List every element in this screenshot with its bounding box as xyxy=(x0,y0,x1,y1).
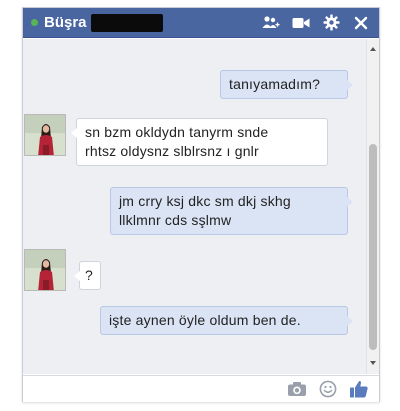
emoji-icon[interactable] xyxy=(318,379,338,399)
message-text: ? xyxy=(85,267,93,283)
message-text: llklmnr cds sşlmw xyxy=(119,212,232,228)
close-icon[interactable] xyxy=(352,14,370,32)
camera-icon[interactable] xyxy=(287,379,307,399)
message-bubble-incoming: ? xyxy=(74,261,101,290)
like-icon[interactable] xyxy=(349,379,369,399)
message-scrollbar[interactable] xyxy=(366,39,379,374)
contact-avatar[interactable] xyxy=(24,249,66,291)
scroll-up-arrow[interactable] xyxy=(370,47,376,51)
contact-avatar[interactable] xyxy=(24,114,66,156)
message-bubble-outgoing: jm crry ksj dkc sm dkj skhg llklmnr cds … xyxy=(110,187,353,235)
online-status-dot xyxy=(31,19,38,26)
message-text: rhtsz oldysnz slblrsnz ı gnlr xyxy=(85,143,259,159)
message-thread[interactable]: tanıyamadım? sn bzm okldydn tanyrm snde … xyxy=(23,39,366,374)
message-text: jm crry ksj dkc sm dkj skhg xyxy=(119,193,291,209)
chat-footer xyxy=(23,375,379,402)
scroll-down-arrow[interactable] xyxy=(370,361,376,365)
add-friends-icon[interactable] xyxy=(262,14,280,32)
video-call-icon[interactable] xyxy=(292,14,310,32)
message-text: sn bzm okldydn tanyrm snde xyxy=(85,124,269,140)
name-redaction xyxy=(90,13,163,32)
chat-titlebar[interactable]: Büşra xyxy=(23,8,379,38)
message-text: tanıyamadım? xyxy=(229,76,321,92)
scroll-thumb[interactable] xyxy=(369,144,377,350)
message-text: işte aynen öyle oldum ben de. xyxy=(109,312,301,328)
chat-window: Büşra tanıyamadım? sn bzm okldydn tanyrm… xyxy=(22,7,380,402)
message-bubble-outgoing: işte aynen öyle oldum ben de. xyxy=(100,306,353,335)
contact-name[interactable]: Büşra xyxy=(44,14,87,31)
message-bubble-incoming: sn bzm okldydn tanyrm snde rhtsz oldysnz… xyxy=(71,118,328,166)
title-icons xyxy=(262,14,370,32)
gear-icon[interactable] xyxy=(322,14,340,32)
message-bubble-outgoing: tanıyamadım? xyxy=(220,70,353,99)
